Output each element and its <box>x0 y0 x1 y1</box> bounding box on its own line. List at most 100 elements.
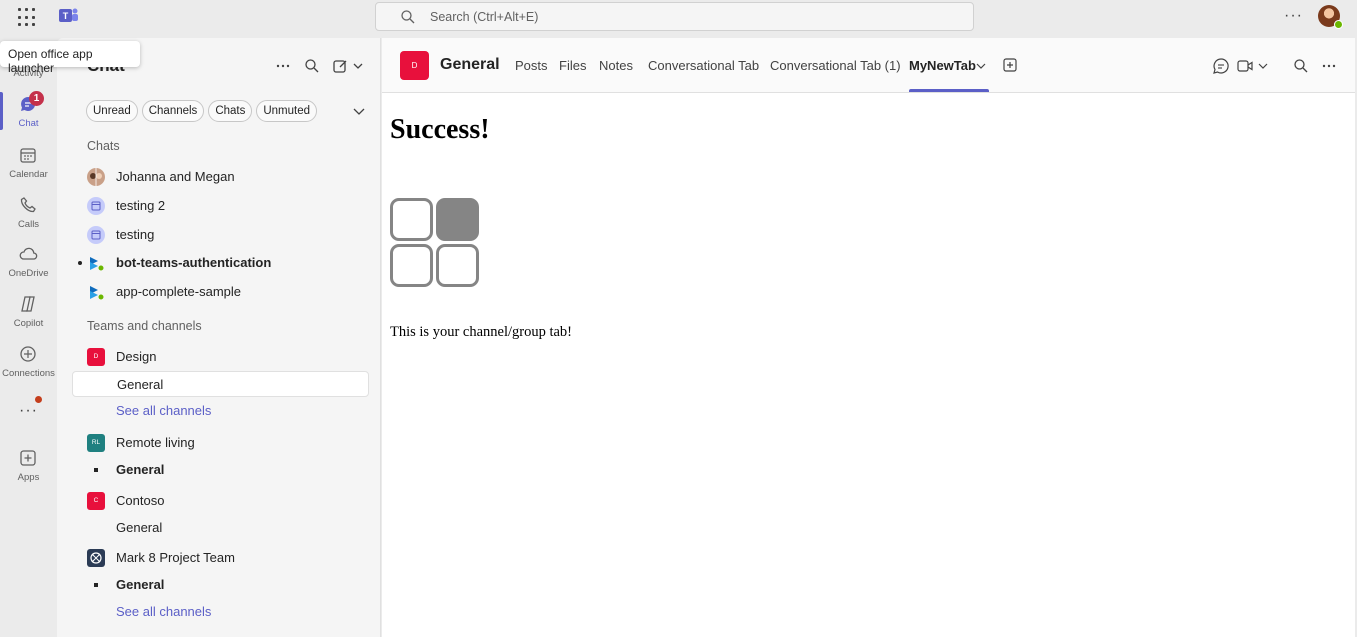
chat-item-app-complete-sample[interactable]: app-complete-sample <box>72 279 369 305</box>
rail-calls[interactable]: Calls <box>0 191 57 237</box>
channel-design-general[interactable]: General <box>72 371 369 397</box>
filter-chats[interactable]: Chats <box>208 100 253 122</box>
cloud-icon <box>19 247 38 260</box>
more-icon[interactable] <box>1322 59 1336 73</box>
logo-cell <box>390 244 433 287</box>
teams-logo-icon: T <box>59 8 78 22</box>
app-rail: Activity 1 Chat Calendar Calls OneDrive … <box>0 36 57 637</box>
search-placeholder: Search (Ctrl+Alt+E) <box>430 10 539 24</box>
channel-header: D General Posts Files Notes Conversation… <box>382 38 1355 93</box>
team-contoso[interactable]: C Contoso <box>72 488 369 514</box>
success-heading: Success! <box>390 114 490 145</box>
tab-conversational[interactable]: Conversational Tab <box>648 58 759 73</box>
channel-name: General <box>116 462 165 477</box>
chat-item-bot-teams-authentication[interactable]: bot-teams-authentication <box>72 250 369 276</box>
team-name: Design <box>116 349 157 364</box>
add-tab-icon[interactable] <box>1002 57 1018 73</box>
team-avatar: RL <box>87 434 105 452</box>
channel-avatar: D <box>400 51 429 80</box>
channel-contoso-general[interactable]: General <box>72 515 369 541</box>
rail-chat[interactable]: 1 Chat <box>0 90 57 136</box>
copilot-icon <box>21 296 35 312</box>
conversation-icon[interactable] <box>1212 57 1230 75</box>
filter-unread[interactable]: Unread <box>86 100 138 122</box>
chat-unread-badge: 1 <box>29 91 44 106</box>
chat-item-johanna-megan[interactable]: Johanna and Megan <box>72 164 369 190</box>
title-bar: T Search (Ctrl+Alt+E) ··· <box>0 0 1357 36</box>
active-tab-indicator <box>909 89 989 92</box>
bot-icon <box>90 286 105 301</box>
tab-notes[interactable]: Notes <box>599 58 633 73</box>
rail-calendar[interactable]: Calendar <box>0 141 57 187</box>
search-icon[interactable] <box>304 58 320 74</box>
phone-icon <box>20 197 36 213</box>
rail-apps[interactable]: Apps <box>0 444 57 490</box>
app-launcher-icon[interactable] <box>18 8 38 28</box>
team-avatar: C <box>87 492 105 510</box>
chat-item-testing[interactable]: testing <box>72 222 369 248</box>
chevron-down-icon[interactable] <box>353 58 363 74</box>
tab-mynewtab[interactable]: MyNewTab <box>909 58 976 73</box>
group-avatar <box>87 168 105 186</box>
see-all-channels-link[interactable]: See all channels <box>72 398 369 424</box>
channel-remote-living-general[interactable]: General <box>72 457 369 483</box>
rail-label: Chat <box>18 118 39 129</box>
more-icon[interactable] <box>276 59 290 73</box>
rail-more-apps[interactable]: ··· <box>0 394 57 440</box>
filter-channels[interactable]: Channels <box>141 100 205 122</box>
channel-name: General <box>116 577 165 592</box>
team-mark-8-project-team[interactable]: Mark 8 Project Team <box>72 545 369 571</box>
chat-item-testing-2[interactable]: testing 2 <box>72 193 369 219</box>
chats-section-header[interactable]: Chats <box>87 139 120 153</box>
rail-label: OneDrive <box>8 268 49 279</box>
rail-connections[interactable]: Connections <box>0 340 57 386</box>
logo-cell <box>436 198 479 241</box>
rail-copilot[interactable]: Copilot <box>0 290 57 336</box>
chat-list-panel: Chat Unread Channels Chats Unmuted Chats… <box>57 38 381 637</box>
tab-posts[interactable]: Posts <box>515 58 548 73</box>
tab-files[interactable]: Files <box>559 58 586 73</box>
see-all-channels-link[interactable]: See all channels <box>72 599 369 625</box>
team-name: Remote living <box>116 435 195 450</box>
team-name: Mark 8 Project Team <box>116 550 235 565</box>
tab-body-text: This is your channel/group tab! <box>390 324 573 340</box>
chevron-down-icon[interactable] <box>1258 57 1268 75</box>
search-box[interactable]: Search (Ctrl+Alt+E) <box>375 2 974 31</box>
chat-name: Johanna and Megan <box>116 169 235 184</box>
video-call-icon[interactable] <box>1236 57 1254 75</box>
meeting-chat-icon <box>87 197 105 215</box>
rail-label: Copilot <box>13 318 44 329</box>
chat-name: bot-teams-authentication <box>116 255 272 270</box>
search-icon <box>401 10 415 24</box>
channel-mark8-general[interactable]: General <box>72 572 369 598</box>
team-design[interactable]: D Design <box>72 344 369 370</box>
rail-label: Apps <box>17 472 40 483</box>
unread-indicator <box>78 261 82 265</box>
rail-onedrive[interactable]: OneDrive <box>0 240 57 286</box>
rail-label: Calls <box>17 219 40 230</box>
logo-cell <box>436 244 479 287</box>
team-avatar <box>87 549 105 567</box>
chat-name: app-complete-sample <box>116 284 242 299</box>
new-chat-icon[interactable] <box>332 58 348 74</box>
logo-cell <box>390 198 433 241</box>
more-options-icon[interactable]: ··· <box>1284 7 1303 25</box>
rail-label: Connections <box>2 368 55 379</box>
channel-name: General <box>117 377 164 392</box>
calendar-icon <box>20 148 36 163</box>
unread-indicator <box>94 468 98 472</box>
tab-conversational-1[interactable]: Conversational Tab (1) <box>770 58 901 73</box>
user-avatar[interactable] <box>1318 5 1343 29</box>
filter-unmuted[interactable]: Unmuted <box>256 100 318 122</box>
team-avatar: D <box>87 348 105 366</box>
search-icon[interactable] <box>1293 58 1309 74</box>
svg-text:T: T <box>63 11 69 21</box>
link-text: See all channels <box>116 604 212 619</box>
bot-icon <box>90 257 105 272</box>
presence-available-icon <box>1334 20 1343 29</box>
chevron-down-icon[interactable] <box>976 60 986 72</box>
team-remote-living[interactable]: RL Remote living <box>72 430 369 456</box>
teams-section-header[interactable]: Teams and channels <box>87 319 202 333</box>
connections-icon <box>20 346 36 362</box>
filters-expand-icon[interactable] <box>353 108 365 116</box>
